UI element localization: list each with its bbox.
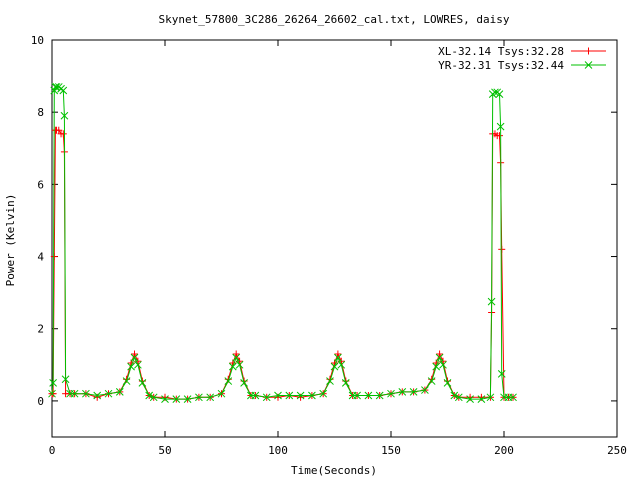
x-tick-label: 50 — [158, 444, 171, 457]
series-line — [51, 86, 513, 400]
x-axis-label: Time(Seconds) — [291, 464, 377, 477]
power-vs-time-chart: Skynet_57800_3C286_26264_26602_cal.txt, … — [4, 13, 627, 477]
x-tick-label: 0 — [49, 444, 56, 457]
series-line — [52, 129, 513, 400]
y-tick-label: 0 — [37, 395, 44, 408]
chart-title: Skynet_57800_3C286_26264_26602_cal.txt, … — [159, 13, 510, 26]
legend: XL-32.14 Tsys:32.28YR-32.31 Tsys:32.44 — [438, 45, 606, 72]
y-tick-label: 8 — [37, 106, 44, 119]
x-tick-label: 200 — [494, 444, 514, 457]
legend-marker — [585, 47, 592, 55]
series-layer — [48, 83, 517, 403]
x-tick-label: 150 — [381, 444, 401, 457]
y-tick-label: 6 — [37, 178, 44, 191]
data-point — [498, 245, 506, 253]
x-tick-label: 100 — [268, 444, 288, 457]
legend-label: YR-32.31 Tsys:32.44 — [438, 59, 564, 72]
data-point — [49, 390, 57, 398]
legend-label: XL-32.14 Tsys:32.28 — [438, 45, 564, 58]
y-tick-label: 10 — [31, 34, 44, 47]
y-tick-label: 2 — [37, 323, 44, 336]
y-axis-label: Power (Kelvin) — [4, 194, 17, 287]
plot-area — [51, 39, 618, 438]
y-tick-label: 4 — [37, 251, 44, 264]
x-tick-label: 250 — [607, 444, 627, 457]
